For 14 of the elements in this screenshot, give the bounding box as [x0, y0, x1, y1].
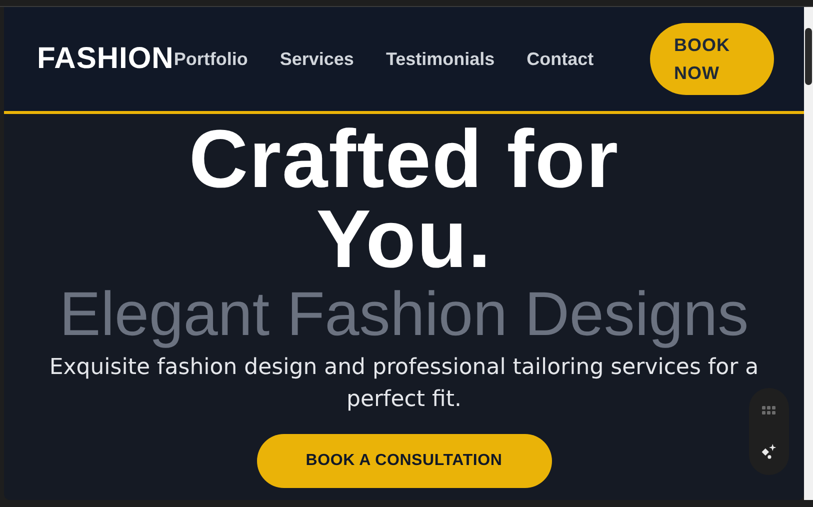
sparkle-icon[interactable] — [760, 443, 778, 461]
nav-link[interactable]: Portfolio — [174, 48, 248, 70]
nav-link[interactable]: Contact — [526, 48, 594, 70]
logo[interactable]: FASHION — [37, 42, 174, 76]
nav-link[interactable]: Services — [280, 48, 354, 70]
hero-description: Exquisite fashion design and professional tailoring services for a perfect fit. — [48, 354, 760, 414]
scrollbar-thumb[interactable] — [805, 28, 812, 85]
scrollbar[interactable] — [804, 7, 813, 500]
book-now-button[interactable]: BOOK NOW — [650, 23, 774, 95]
hero-subtitle: Elegant Fashion Designs — [59, 282, 749, 348]
consultation-button[interactable]: BOOK A CONSULTATION — [256, 434, 552, 488]
hero-headline: Crafted for You. — [188, 120, 620, 280]
nav-link[interactable]: Testimonials — [386, 48, 495, 70]
grip-icon[interactable] — [762, 406, 776, 416]
